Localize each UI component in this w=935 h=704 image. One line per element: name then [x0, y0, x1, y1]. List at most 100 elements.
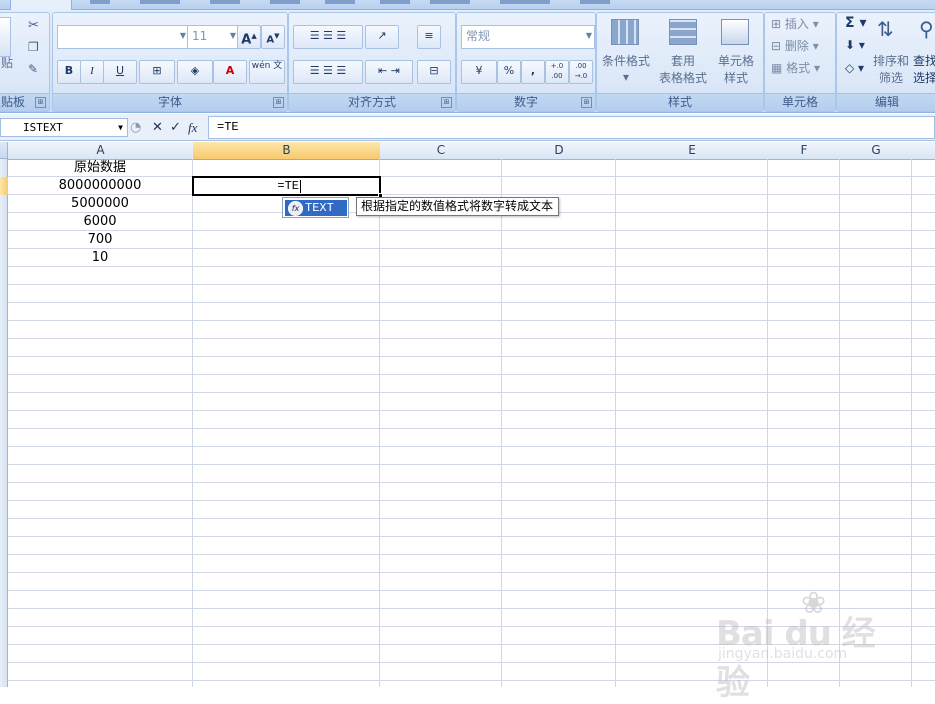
tab-extra[interactable] [580, 0, 610, 4]
comma-button[interactable]: , [521, 60, 545, 84]
baidu-watermark: ❀ Bai du 经验 jingyan.baidu.com [716, 586, 896, 703]
tab-addins[interactable] [500, 0, 550, 4]
tab-review[interactable] [325, 0, 355, 4]
cell-a5[interactable]: 700 [8, 231, 192, 249]
insert-function-icon[interactable]: fx [188, 117, 197, 138]
shrink-font-button[interactable]: A▼ [261, 25, 285, 49]
autosum-button[interactable]: Σ ▾ [845, 15, 866, 31]
conditional-format-icon[interactable] [611, 19, 639, 45]
gridline [615, 159, 616, 687]
enter-icon[interactable]: ✓ [170, 117, 181, 138]
column-header-f[interactable]: F [768, 142, 841, 160]
vertical-align-buttons[interactable]: ☰ ☰ ☰ [293, 25, 363, 49]
wrap-text-button[interactable]: ≡ [417, 25, 441, 49]
font-size-combo[interactable]: 11 ▼ [187, 25, 239, 49]
tab-formulas[interactable] [210, 0, 240, 4]
format-cells-button[interactable]: ▦ 格式 ▾ [771, 59, 820, 77]
alignment-group-label: 对齐方式 [289, 93, 455, 111]
cell-a6[interactable]: 10 [8, 249, 192, 267]
number-launcher-icon[interactable]: ⊞ [581, 97, 592, 108]
chevron-down-icon[interactable]: ▼ [118, 119, 123, 136]
phonetic-button[interactable]: wén 文 [249, 60, 285, 84]
formula-buttons: ◔ ✕ ✓ fx [130, 117, 204, 138]
sort-filter-label-2[interactable]: 筛选 [867, 70, 915, 86]
cell-a2[interactable]: 8000000000 [8, 177, 192, 195]
tab-developer[interactable] [430, 0, 470, 4]
bold-button[interactable]: B [57, 60, 81, 84]
ribbon-tab-strip [0, 0, 935, 11]
tab-page-layout[interactable] [140, 0, 180, 4]
alignment-group: ☰ ☰ ☰ ↗ ≡ ☰ ☰ ☰ ⇤ ⇥ ⊟ 对齐方式 ⊞ [288, 12, 456, 112]
tab-data[interactable] [270, 0, 300, 4]
find-select-label-1[interactable]: 查找 [913, 53, 935, 69]
delete-cells-button[interactable]: ⊟ 删除 ▾ [771, 37, 819, 55]
tab-view[interactable] [380, 0, 410, 4]
orientation-button[interactable]: ↗ [365, 25, 399, 49]
cell-a1[interactable]: 原始数据 [8, 159, 192, 177]
indent-buttons[interactable]: ⇤ ⇥ [365, 60, 413, 84]
column-header-g[interactable]: G [840, 142, 913, 160]
column-header-h[interactable] [912, 142, 935, 160]
cell-a3[interactable]: 5000000 [8, 195, 192, 213]
paste-icon[interactable] [0, 17, 11, 57]
tab-insert[interactable] [90, 0, 110, 4]
increase-decimal-button[interactable]: +.0 .00 [545, 60, 569, 84]
formula-input[interactable]: =TE [208, 116, 935, 139]
column-header-e[interactable]: E [616, 142, 769, 160]
name-box[interactable]: ISTEXT ▼ [0, 118, 128, 137]
cut-icon[interactable]: ✂ [28, 18, 39, 33]
cell-styles-label-2[interactable]: 样式 [709, 70, 763, 86]
alignment-launcher-icon[interactable]: ⊞ [441, 97, 452, 108]
font-launcher-icon[interactable]: ⊞ [273, 97, 284, 108]
format-as-table-label-1[interactable]: 套用 [653, 53, 713, 69]
cell-styles-label-1[interactable]: 单元格 [709, 53, 763, 69]
column-header-a[interactable]: A [8, 142, 194, 160]
format-as-table-icon[interactable] [669, 19, 697, 45]
insert-cells-button[interactable]: ⊞ 插入 ▾ [771, 15, 819, 33]
active-cell-text: =TE [277, 179, 299, 193]
find-select-label-2[interactable]: 选择 [913, 70, 935, 86]
currency-button[interactable]: ¥ [461, 60, 497, 84]
select-all-corner[interactable] [0, 142, 8, 159]
cells-group-label: 单元格 [765, 93, 835, 111]
clipboard-launcher-icon[interactable]: ⊞ [35, 97, 46, 108]
cell-styles-icon[interactable] [721, 19, 749, 45]
number-format-combo[interactable]: 常规 ▼ [461, 25, 595, 49]
percent-button[interactable]: % [497, 60, 521, 84]
format-painter-icon[interactable]: ✎ [28, 62, 38, 76]
row-headers[interactable] [0, 159, 8, 687]
fill-button[interactable]: ⬇ ▾ [845, 38, 865, 52]
watermark-url: jingyan.baidu.com [718, 646, 848, 662]
cancel-icon[interactable]: ✕ [152, 117, 163, 138]
copy-icon[interactable]: ❐ [28, 40, 39, 54]
splitter-icon[interactable]: ◔ [130, 117, 141, 138]
paste-button-label[interactable]: 贴 [0, 55, 15, 71]
clear-button[interactable]: ◇ ▾ [845, 61, 864, 75]
grow-font-button[interactable]: A▲ [237, 25, 261, 49]
function-tooltip: 根据指定的数值格式将数字转成文本 [356, 197, 559, 216]
borders-button[interactable]: ⊞ [139, 60, 175, 84]
wrap-icon: ≡ [424, 29, 434, 42]
row-header-selected[interactable] [0, 177, 8, 195]
column-header-d[interactable]: D [502, 142, 617, 160]
sort-filter-icon[interactable]: ⇅ [877, 17, 894, 41]
find-select-icon[interactable]: ⚲ [919, 17, 934, 41]
orientation-icon: ↗ [377, 29, 387, 42]
sort-filter-label-1[interactable]: 排序和 [867, 53, 915, 69]
active-cell-b2[interactable]: =TE [192, 176, 381, 196]
italic-button[interactable]: I [80, 60, 104, 84]
column-header-b[interactable]: B [193, 142, 381, 160]
horizontal-align-buttons[interactable]: ☰ ☰ ☰ [293, 60, 363, 84]
merge-center-button[interactable]: ⊟ [417, 60, 451, 84]
cell-a4[interactable]: 6000 [8, 213, 192, 231]
format-as-table-label-2[interactable]: 表格格式 [653, 70, 713, 86]
font-name-combo[interactable]: ▼ [57, 25, 189, 49]
conditional-format-label[interactable]: 条件格式 [597, 53, 655, 69]
gridline [379, 159, 380, 687]
column-header-c[interactable]: C [380, 142, 503, 160]
fill-color-button[interactable]: ◈ [177, 60, 213, 84]
autocomplete-item-text[interactable]: fx TEXT [285, 200, 347, 216]
font-color-button[interactable]: A [213, 60, 247, 84]
decrease-decimal-button[interactable]: .00 →.0 [569, 60, 593, 84]
underline-button[interactable]: U [103, 60, 137, 84]
